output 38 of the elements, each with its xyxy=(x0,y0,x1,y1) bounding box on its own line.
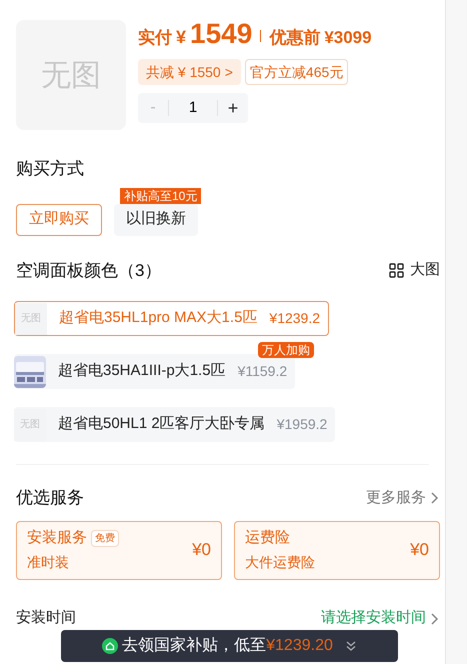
original-price: ¥3099 xyxy=(324,27,372,49)
section-title: 购买方式 xyxy=(15,158,85,180)
row-label: 安装时间 xyxy=(16,608,76,628)
section-title: 空调面板颜色（3） xyxy=(16,260,162,282)
house-icon xyxy=(102,638,118,654)
purchase-option[interactable]: 以旧换新 xyxy=(114,204,198,236)
service-card[interactable]: 安装服务 免费 准时装 ¥0 xyxy=(16,520,222,580)
service-title: 运费险 xyxy=(245,528,290,548)
popular-badge: 万人加购 xyxy=(258,342,314,358)
toast-text: 去领国家补贴，低至¥1239.20 xyxy=(122,636,333,656)
service-price: ¥0 xyxy=(410,539,429,562)
paid-label: 实付 xyxy=(138,27,172,49)
section-title: 优选服务 xyxy=(16,487,84,509)
arrow-glyph: > xyxy=(224,62,233,82)
setting-row[interactable]: 安装时间 请选择安装时间 xyxy=(16,608,440,630)
variant-price: ¥1159.2 xyxy=(238,362,288,381)
variant-price: ¥1959.2 xyxy=(276,415,328,434)
more-services-link[interactable]: 更多服务 xyxy=(366,486,440,509)
official-discount-tag: 官方立减465元 xyxy=(244,59,348,85)
subsidy-toast[interactable]: 去领国家补贴，低至¥1239.20 xyxy=(61,630,398,662)
increase-button[interactable]: + xyxy=(218,94,248,122)
original-price-label: 优惠前 xyxy=(269,27,320,49)
quantity-field[interactable]: 1 xyxy=(169,96,217,120)
row-value: 请选择安装时间 xyxy=(321,608,426,628)
paid-price: 1549 xyxy=(190,20,252,48)
chevron-right-icon xyxy=(430,612,440,626)
subsidy-badge: 补贴高至10元 xyxy=(120,188,202,204)
service-subtitle: 准时装 xyxy=(27,552,70,572)
currency-symbol: ¥ xyxy=(176,26,186,49)
double-chevron-down-icon xyxy=(344,640,357,652)
large-view-toggle[interactable]: 大图 xyxy=(389,259,440,282)
variant-price: ¥1239.2 xyxy=(269,309,320,328)
service-subtitle: 大件运费险 xyxy=(245,552,315,572)
grid-icon xyxy=(389,262,404,278)
chevron-right-icon xyxy=(430,490,440,505)
free-tag: 免费 xyxy=(91,530,119,547)
service-title: 安装服务 xyxy=(27,528,87,548)
service-price: ¥0 xyxy=(192,539,211,562)
